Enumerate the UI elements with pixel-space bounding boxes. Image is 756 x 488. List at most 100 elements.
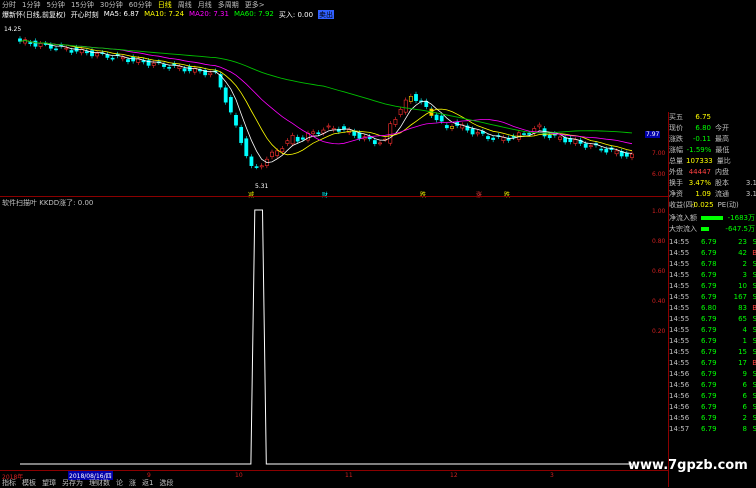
period-tab-8[interactable]: 月线 bbox=[198, 0, 212, 10]
quote-row: 买五 6.75 bbox=[669, 112, 756, 123]
quote-cell: -0.025 bbox=[691, 201, 714, 209]
candle-body bbox=[403, 99, 408, 113]
ma60-line bbox=[19, 40, 633, 134]
tick-cell: 14:56 bbox=[669, 392, 690, 400]
quote-cell: 现价 bbox=[669, 124, 683, 132]
candle-body bbox=[177, 66, 182, 69]
flow-bar bbox=[701, 216, 723, 220]
period-tab-2[interactable]: 5分钟 bbox=[46, 0, 64, 10]
tick-row: 14:56 6.79 6 S bbox=[669, 402, 756, 413]
bottom-tab-4[interactable]: 理财数 bbox=[89, 478, 110, 488]
candle-body bbox=[54, 48, 58, 51]
tick-cell: 14:56 bbox=[669, 403, 690, 411]
tick-cell: 6.79 bbox=[701, 359, 717, 367]
bottom-tab-6[interactable]: 涨 bbox=[129, 478, 136, 488]
period-tab-1[interactable]: 1分钟 bbox=[22, 0, 40, 10]
indicator-axis-label: 0.80 bbox=[652, 238, 666, 245]
indicator-name[interactable]: 开心时刻 bbox=[71, 10, 99, 19]
tick-cell: S bbox=[752, 370, 756, 378]
tick-cell: 83 bbox=[738, 304, 747, 312]
tick-cell: 14:55 bbox=[669, 282, 690, 290]
candle-body bbox=[501, 137, 506, 141]
period-tab-9[interactable]: 多周期 bbox=[218, 0, 239, 10]
tick-cell: 17 bbox=[738, 359, 747, 367]
indicator-chart[interactable] bbox=[0, 196, 668, 468]
bottom-tab-3[interactable]: 另存为 bbox=[62, 478, 83, 488]
quote-cell bbox=[715, 112, 733, 123]
tick-row: 14:55 6.79 15 S bbox=[669, 347, 756, 358]
bottom-tab-1[interactable]: 模板 bbox=[22, 478, 36, 488]
bottom-tab-7[interactable]: 返1 bbox=[142, 478, 153, 488]
candle-body bbox=[527, 133, 532, 135]
candle-body bbox=[275, 150, 280, 156]
candle-body bbox=[90, 50, 94, 57]
tick-cell: 14:55 bbox=[669, 337, 690, 345]
quote-cell: 外盘 bbox=[669, 168, 683, 176]
tick-row: 14:55 6.79 23 S bbox=[669, 237, 756, 248]
quote-cell: -1.59% bbox=[686, 146, 712, 154]
candle-body bbox=[316, 132, 321, 135]
candle-body bbox=[239, 126, 244, 143]
candle-body bbox=[223, 87, 228, 103]
period-tab-6[interactable]: 日线 bbox=[158, 0, 172, 10]
quote-rows: 买五 6.75 现价 6.80 今开 涨跌 -0.11 最高 涨幅 -1.59% 最低 总量 10733… bbox=[669, 112, 756, 211]
tick-cell: S bbox=[752, 293, 756, 301]
tick-cell: 14:56 bbox=[669, 370, 690, 378]
tick-cell: 6.79 bbox=[701, 238, 717, 246]
chart-title: 爆新怀(日线,前复权) bbox=[2, 11, 66, 19]
quote-row: 净资 1.09 流通 3.1 bbox=[669, 189, 756, 200]
candle-body bbox=[486, 136, 490, 140]
tick-row: 14:57 6.79 8 S bbox=[669, 424, 756, 435]
candle-body bbox=[398, 109, 403, 115]
high-price-label: 14.25 bbox=[4, 26, 21, 33]
candle-body bbox=[300, 137, 305, 140]
period-tab-5[interactable]: 60分钟 bbox=[129, 0, 152, 10]
quote-cell: 3.1 bbox=[745, 179, 756, 187]
candle-body bbox=[120, 56, 125, 60]
flow-bar bbox=[701, 227, 709, 231]
quote-row: 涨幅 -1.59% 最低 bbox=[669, 145, 756, 156]
tick-cell: 14:55 bbox=[669, 249, 690, 257]
bottom-tab-5[interactable]: 论 bbox=[116, 478, 123, 488]
tick-row: 14:56 6.79 6 S bbox=[669, 391, 756, 402]
candle-body bbox=[95, 53, 100, 57]
bottom-tab-2[interactable]: 望璋 bbox=[42, 478, 56, 488]
period-tab-4[interactable]: 30分钟 bbox=[100, 0, 123, 10]
candle-body bbox=[254, 166, 259, 168]
tick-row: 14:56 6.79 6 S bbox=[669, 380, 756, 391]
tick-cell: B bbox=[752, 359, 756, 367]
quote-cell: 1.09 bbox=[695, 190, 711, 198]
quote-cell: 3.47% bbox=[688, 179, 711, 187]
tick-cell: 6.79 bbox=[701, 282, 717, 290]
bottom-tab-8[interactable]: 选段 bbox=[159, 478, 173, 488]
tick-cell: 14:55 bbox=[669, 359, 690, 367]
period-tab-10[interactable]: 更多> bbox=[245, 0, 265, 10]
quote-cell: 净资 bbox=[669, 190, 683, 198]
period-tab-3[interactable]: 15分钟 bbox=[71, 0, 94, 10]
quote-cell: -0.11 bbox=[692, 135, 711, 143]
flow-value: -647.5万 bbox=[725, 225, 755, 233]
candle-body bbox=[126, 59, 130, 63]
tick-cell: S bbox=[752, 315, 756, 323]
tick-cell: 2 bbox=[742, 260, 747, 268]
candle-body bbox=[162, 64, 166, 67]
tick-cell: S bbox=[752, 282, 756, 290]
quote-cell: 107333 bbox=[686, 157, 713, 165]
quote-row: 总量 107333 量比 bbox=[669, 156, 756, 167]
candle-body bbox=[228, 97, 233, 113]
bottom-tab-0[interactable]: 指标 bbox=[2, 478, 16, 488]
main-chart-legend: 爆新怀(日线,前复权) 开心时刻 MA5: 6.87 MA10: 7.24 MA… bbox=[2, 10, 335, 19]
candle-body bbox=[439, 115, 444, 122]
tick-cell: 65 bbox=[738, 315, 747, 323]
candlestick-chart[interactable]: 14.25 5.31 减财跌涨跌 bbox=[0, 22, 668, 198]
tick-cell: 14:56 bbox=[669, 381, 690, 389]
candle-body bbox=[249, 156, 254, 166]
candle-body bbox=[522, 133, 526, 135]
ma20-value: MA20: 7.31 bbox=[189, 10, 229, 18]
candle-body bbox=[28, 42, 33, 45]
candle-body bbox=[573, 139, 578, 144]
candle-body bbox=[352, 131, 357, 136]
candle-body bbox=[372, 140, 377, 145]
period-tab-7[interactable]: 周线 bbox=[178, 0, 192, 10]
period-tab-0[interactable]: 分时 bbox=[2, 0, 16, 10]
